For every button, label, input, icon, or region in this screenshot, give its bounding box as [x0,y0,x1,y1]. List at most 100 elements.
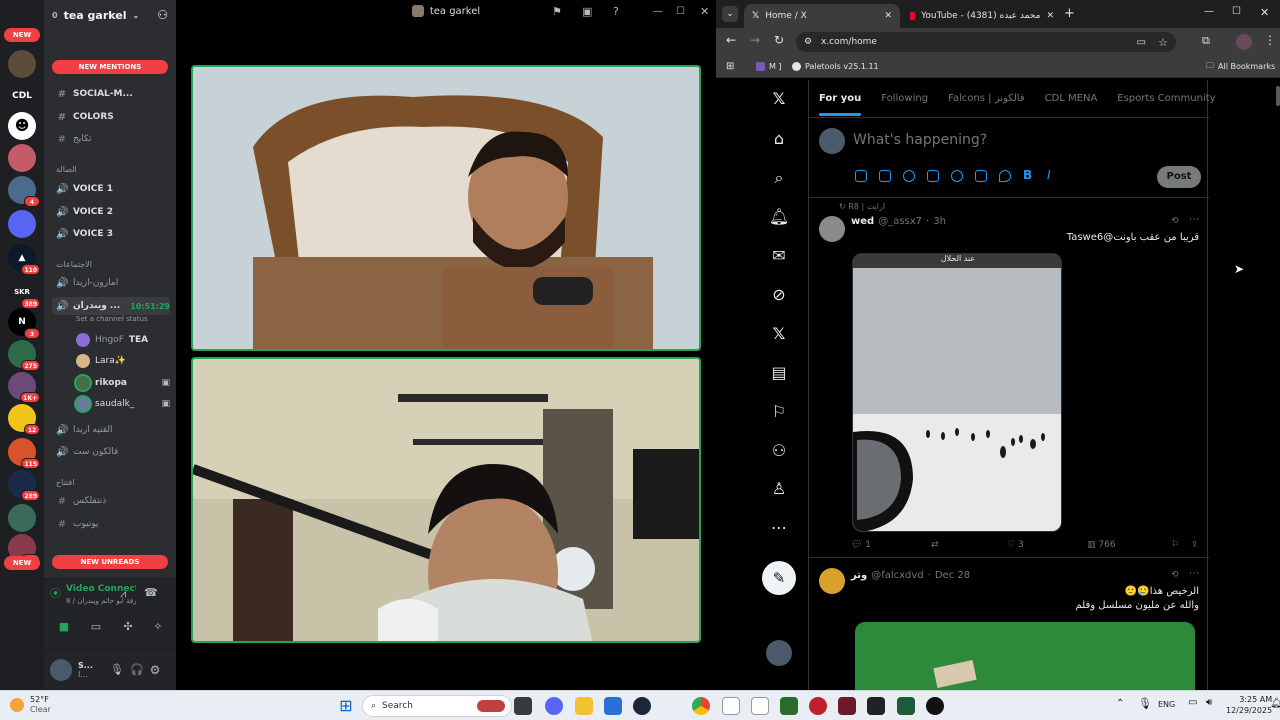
record-icon[interactable] [809,697,827,715]
channel-item[interactable]: # يوتيوب [56,515,170,533]
microphone-icon[interactable]: 🎙 [1138,697,1152,710]
retweet-button[interactable]: ⇄ [931,540,939,550]
server-icon[interactable]: 1K+ [8,372,40,403]
close-window-icon[interactable]: ✕ [1260,6,1269,19]
profile-avatar[interactable] [1236,34,1252,50]
back-icon[interactable]: ← [726,33,736,47]
bookmark-icon[interactable]: ⚐ [1171,540,1179,550]
server-icon[interactable]: 4 [8,176,40,207]
author-name[interactable]: وتر [851,570,867,581]
communities-icon[interactable]: ⚇ [768,440,790,462]
server-icon[interactable] [8,504,36,532]
more-options-icon[interactable]: ⋯ [1189,568,1199,579]
avatar[interactable] [819,568,845,594]
channel-item[interactable]: # تكايج [56,130,170,148]
server-icon[interactable] [8,210,36,238]
close-icon[interactable]: ✕ [700,5,709,18]
cdl-server-icon[interactable]: CDL [8,82,36,110]
popout-icon[interactable]: ▣ [582,5,592,18]
author-name[interactable]: wed [851,216,874,227]
activities-icon[interactable]: ✣ [114,617,142,637]
taskbar-search[interactable]: ⌕ Search [362,695,512,717]
invite-icon[interactable]: ⚇ [157,8,168,22]
noise-suppression-icon[interactable]: ⩘ [120,587,126,601]
network-icon[interactable]: ▭ [1188,697,1197,708]
scrollbar[interactable] [1276,86,1280,106]
bold-icon[interactable]: B [1023,168,1032,182]
active-voice-channel[interactable]: 🔊 ويندران ... 10:51:29 [52,297,170,315]
help-icon[interactable]: ? [613,5,619,18]
clock[interactable]: 3:25 AM 12/29/2025 [1226,694,1272,716]
premium-x-icon[interactable]: 𝕏 [768,323,790,345]
menu-icon[interactable]: ⋮ [1264,33,1276,47]
address-bar[interactable]: ⚙ x.com/home ▭ ☆ [796,32,1176,52]
weather-widget[interactable]: 52°F Clear [10,695,51,715]
settings-gear-icon[interactable]: ⚙ [150,663,161,677]
tab-search-icon[interactable]: ⌄ [722,6,738,22]
grok-icon[interactable] [903,170,915,182]
video-tile[interactable] [191,65,701,351]
more-icon[interactable]: ⋯ [768,517,790,539]
server-icon[interactable] [8,144,36,172]
notification-bell-icon[interactable]: 🔔︎ [1270,698,1280,709]
tab-esports-community[interactable]: Esports Community [1117,93,1215,104]
forward-icon[interactable]: → [750,33,760,47]
author-handle[interactable]: @_assx7 [878,216,922,227]
avatar[interactable] [50,658,72,681]
server-icon[interactable]: ▲ 110 [8,244,40,275]
channel-item[interactable]: # COLORS [56,108,170,126]
server-header[interactable]: 0 tea garkel ⌄ ⚇ [44,0,176,30]
bookmark-star-icon[interactable]: ☆ [1158,36,1168,49]
category-label[interactable]: الاجتماعات [56,260,92,269]
disconnect-icon[interactable]: ☎ [144,586,158,599]
compose-post-button[interactable]: ✎ [762,561,796,595]
tweet-time[interactable]: 3h [933,216,946,227]
tweet[interactable]: وتر @falcxdvd · Dec 28 ⟲ ⋯ الرخيص هذا🥲🙂 … [809,558,1209,690]
discord-taskbar-icon[interactable] [545,697,563,715]
maximize-icon[interactable]: ☐ [676,6,685,17]
emoji-icon[interactable] [951,170,963,182]
headphones-icon[interactable]: 🎧 [130,663,144,676]
category-label[interactable]: افتتاح [56,478,74,487]
voice-user[interactable]: rikopa ▣ [76,374,170,392]
screen-share-icon[interactable]: ▭ [82,617,110,637]
account-avatar[interactable] [766,640,792,666]
video-tile[interactable] [191,357,701,643]
close-tab-icon[interactable]: ✕ [884,11,892,21]
server-icon[interactable]: N3 [8,308,40,339]
store-icon[interactable] [604,697,622,715]
document-icon[interactable] [751,697,769,715]
new-mentions-pill[interactable]: NEW MENTIONS [52,60,168,74]
notifications-bell-icon[interactable]: 🔔︎ [768,206,790,228]
tweet-time[interactable]: Dec 28 [935,570,970,581]
apps-grid-icon[interactable]: ⊞ [726,61,734,72]
bookmarks-icon[interactable]: ⚐ [768,401,790,423]
minimize-icon[interactable]: — [1204,6,1214,17]
install-icon[interactable]: ▭ [1137,37,1146,48]
extensions-icon[interactable]: ⧉ [1202,34,1210,48]
x-logo-icon[interactable]: 𝕏 [768,88,790,110]
server-icon[interactable] [8,50,36,78]
close-tab-icon[interactable]: ✕ [1046,11,1054,21]
tweet-media[interactable] [855,622,1195,690]
game-app-icon[interactable] [838,697,856,715]
home-icon[interactable]: ⌂ [768,128,790,150]
tab-falcons[interactable]: Falcons | فالكونز [948,93,1025,104]
minimize-icon[interactable]: — [653,6,663,17]
reply-button[interactable]: 💬︎ 1 [851,540,871,550]
channel-item[interactable]: # ذنتفلكس [56,492,170,510]
gif-icon[interactable] [879,170,891,182]
voice-channel[interactable]: 🔊 VOICE 2 [56,203,170,221]
maximize-icon[interactable]: ☐ [1232,6,1241,17]
location-icon[interactable] [999,170,1011,182]
profile-icon[interactable]: ♙ [768,478,790,500]
start-windows-icon[interactable]: ⊞ [337,697,355,715]
channel-status[interactable]: Set a channel status [76,315,148,323]
avatar[interactable] [819,216,845,242]
file-explorer-icon[interactable] [575,697,593,715]
grok-icon[interactable]: ⊘ [768,284,790,306]
soundboard-icon[interactable]: ✧ [144,617,172,637]
site-info-icon[interactable]: ⚙ [804,37,812,47]
flag-icon[interactable]: ⚑ [552,5,562,18]
share-icon[interactable]: ⇪ [1191,540,1199,550]
